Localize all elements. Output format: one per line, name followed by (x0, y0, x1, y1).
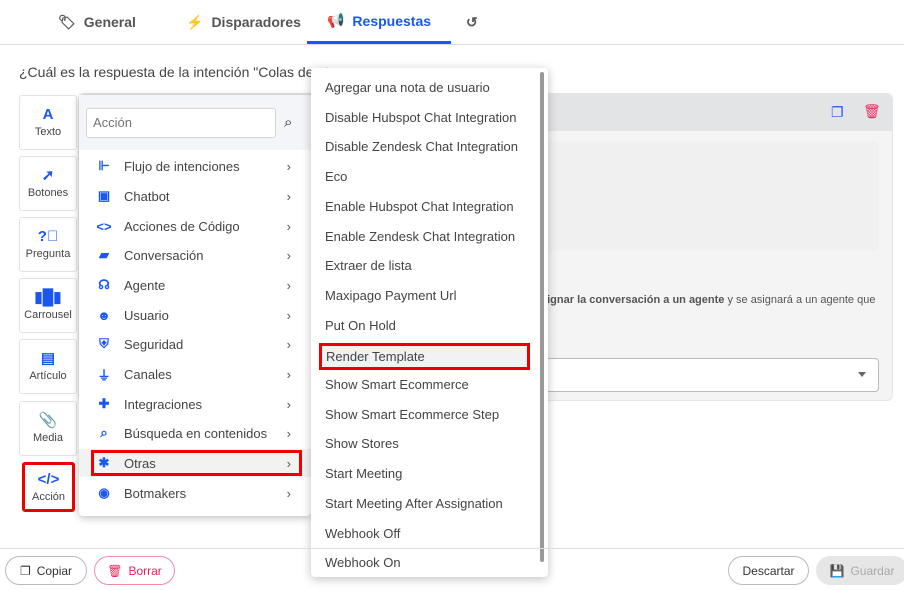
chevron-right-icon: › (286, 336, 291, 352)
shield-icon: ⛨ (99, 336, 109, 351)
menu-item-canales[interactable]: ⏚ Canales › (79, 360, 311, 388)
tool-carrousel[interactable]: ▮█▮ Carrousel (19, 278, 77, 333)
menu-item-codigo[interactable]: <> Acciones de Código › (79, 212, 311, 240)
tag-icon: 🏷 (58, 13, 76, 30)
menu-item-otras[interactable]: ✱ Otras › (79, 449, 311, 477)
tool-pregunta[interactable]: ?⃝ Pregunta (19, 217, 77, 272)
caret-down-icon (858, 372, 866, 381)
megaphone-icon: 📢 (326, 12, 345, 28)
menu-item-flujo[interactable]: ⊩ Flujo de intenciones › (79, 152, 311, 180)
scrollbar[interactable] (540, 72, 544, 562)
chevron-right-icon: › (286, 247, 291, 263)
search-icon[interactable]: ⌕ (284, 114, 292, 131)
code-brackets-icon: <> (96, 218, 112, 234)
submenu-item[interactable]: Start Meeting (325, 466, 402, 481)
copy-button[interactable]: ❐ Copiar (5, 556, 87, 585)
chevron-right-icon: › (286, 425, 291, 441)
tab-respuestas[interactable]: 📢 Respuestas (307, 0, 451, 44)
menu-search: ⌕ (79, 95, 311, 150)
menu-item-botmakers[interactable]: ◉ Botmakers › (79, 479, 311, 507)
submenu-item[interactable]: Show Stores (325, 436, 399, 451)
chevron-right-icon: › (286, 455, 291, 471)
submenu-item[interactable]: Webhook Off (325, 526, 400, 541)
submenu-item[interactable]: Disable Hubspot Chat Integration (325, 110, 517, 125)
trash-icon: 🗑 (107, 563, 123, 578)
history-icon: ↺ (466, 13, 478, 30)
tab-disparadores[interactable]: ⚡ Disparadores (186, 0, 301, 44)
tool-botones[interactable]: ➚ Botones (19, 156, 77, 211)
submenu-item[interactable]: Agregar una nota de usuario (325, 80, 490, 95)
question-text: ¿Cuál es la respuesta de la intención "C… (19, 64, 330, 80)
chevron-right-icon: › (286, 485, 291, 501)
code-icon: </> (37, 470, 60, 488)
highlight-box (91, 450, 302, 476)
tab-history[interactable]: ↺ (466, 0, 478, 44)
chevron-right-icon: › (286, 366, 291, 382)
agent-select[interactable] (539, 358, 879, 392)
submenu-item[interactable]: Put On Hold (325, 318, 396, 333)
chevron-right-icon: › (286, 188, 291, 204)
submenu-item[interactable]: Start Meeting After Assignation (325, 496, 503, 511)
submenu-item[interactable]: Eco (325, 169, 347, 184)
copy-icon: ❐ (19, 563, 31, 578)
otras-submenu: Agregar una nota de usuario Disable Hubsp… (311, 68, 548, 577)
chevron-right-icon: › (286, 396, 291, 412)
submenu-item[interactable]: Maxipago Payment Url (325, 288, 457, 303)
submenu-item[interactable]: Disable Zendesk Chat Integration (325, 139, 518, 154)
menu-item-agente[interactable]: ☊ Agente › (79, 271, 311, 299)
tool-media[interactable]: 📎 Media (19, 401, 77, 456)
menu-item-conversacion[interactable]: ▰ Conversación › (79, 241, 311, 269)
flow-icon: ⊩ (98, 158, 110, 173)
delete-button[interactable]: 🗑 Borrar (94, 556, 175, 585)
action-description: signar la conversación a un agente y se … (541, 294, 876, 306)
eye-off-icon: ◉ (98, 485, 110, 500)
submenu-item[interactable]: Enable Hubspot Chat Integration (325, 199, 514, 214)
tab-bar: 🏷 General ⚡ Disparadores 📢 Respuestas ↺ (0, 0, 904, 45)
plug-icon: ⏚ (97, 367, 111, 383)
headset-icon: ☊ (98, 277, 110, 292)
chevron-right-icon: › (286, 277, 291, 293)
cursor-click-icon: ➚ (41, 167, 55, 184)
chat-icon: ▰ (99, 247, 109, 262)
article-icon: ▤ (40, 350, 56, 367)
tool-articulo[interactable]: ▤ Artículo (19, 339, 77, 394)
tool-texto[interactable]: A Texto (19, 95, 77, 150)
chevron-right-icon: › (286, 158, 291, 174)
question-icon: ?⃝ (37, 228, 59, 245)
menu-item-integraciones[interactable]: ✚ Integraciones › (79, 390, 311, 418)
puzzle-icon: ✚ (98, 396, 110, 411)
action-category-menu: ⌕ ⊩Flujo de intenciones› ▣Chatbot› <>Acc… (79, 95, 311, 516)
menu-item-busqueda[interactable]: ⌕ Búsqueda en contenidos › (79, 419, 311, 447)
copy-icon[interactable]: ❐ (831, 104, 844, 121)
chevron-right-icon: › (286, 218, 291, 234)
submenu-item[interactable]: Webhook On (325, 555, 401, 570)
paperclip-icon: 📎 (38, 412, 58, 429)
save-button[interactable]: 💾 Guardar (816, 556, 904, 585)
carousel-icon: ▮█▮ (34, 289, 62, 306)
action-search-input[interactable] (86, 107, 276, 138)
chip-icon: ▣ (97, 188, 111, 203)
discard-button[interactable]: Descartar (728, 556, 809, 585)
save-icon: 💾 (829, 563, 845, 578)
submenu-item[interactable]: Enable Zendesk Chat Integration (325, 229, 515, 244)
tab-general[interactable]: 🏷 General (58, 0, 136, 44)
tool-accion[interactable]: </> Acción (22, 462, 75, 512)
search-document-icon: ⌕ (100, 425, 108, 440)
footer-divider (0, 548, 904, 549)
trash-icon[interactable]: 🗑 (863, 103, 881, 120)
bolt-icon: ⚡ (186, 13, 204, 30)
submenu-item[interactable]: Extraer de lista (325, 258, 412, 273)
chevron-right-icon: › (286, 307, 291, 323)
menu-item-usuario[interactable]: ☻ Usuario › (79, 301, 311, 329)
text-icon: A (42, 106, 54, 123)
menu-item-seguridad[interactable]: ⛨ Seguridad › (79, 330, 311, 358)
menu-item-chatbot[interactable]: ▣ Chatbot › (79, 182, 311, 210)
submenu-item[interactable]: Show Smart Ecommerce Step (325, 407, 499, 422)
submenu-item[interactable]: Show Smart Ecommerce (325, 377, 469, 392)
face-icon: ☻ (97, 307, 111, 323)
submenu-item[interactable]: Render Template (319, 343, 530, 371)
